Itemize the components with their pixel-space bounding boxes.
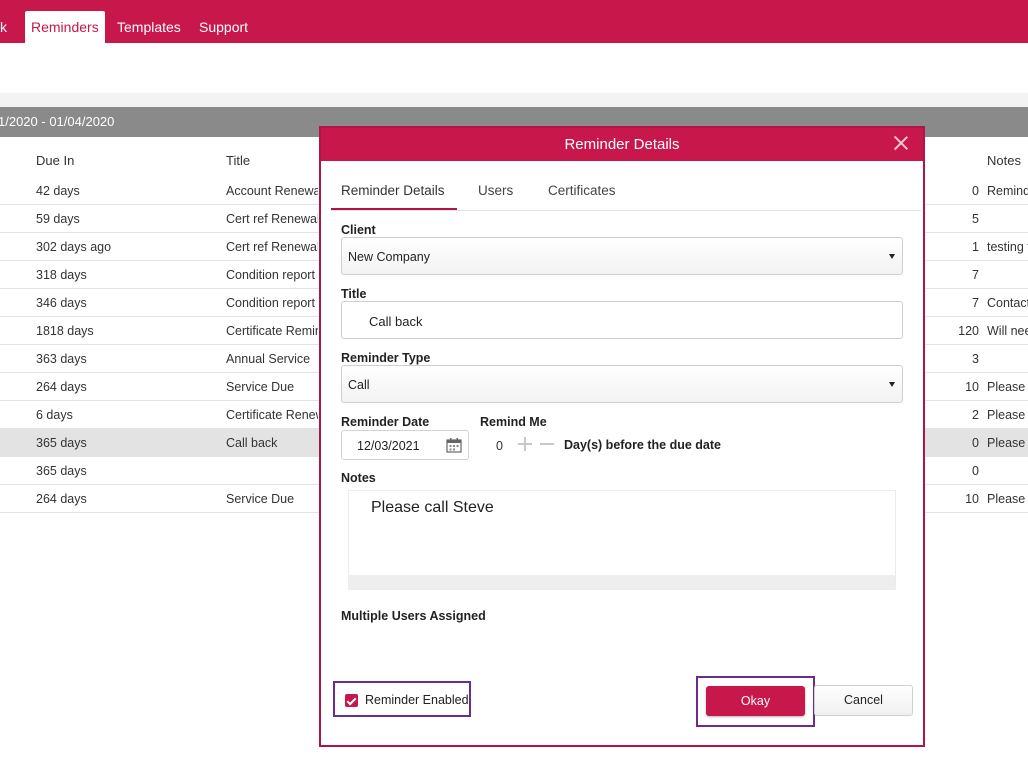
notes-cell: Contact [987, 296, 1028, 310]
due-in-cell: 365 days [36, 436, 87, 450]
active-tab-indicator [331, 208, 457, 210]
title-cell: Cert ref Renewal [226, 240, 318, 254]
okay-button[interactable]: Okay [706, 686, 805, 716]
tab-certificates[interactable]: Certificates [548, 183, 616, 198]
close-icon[interactable] [893, 135, 909, 151]
notes-cell: Please c [987, 492, 1028, 506]
title-cell: Service Due [226, 380, 295, 394]
cancel-button[interactable]: Cancel [814, 685, 913, 716]
notes-cell: Remind [987, 184, 1028, 198]
due-in-cell: 302 days ago [36, 240, 112, 254]
client-value: New Company [348, 250, 430, 264]
dialog-title: Reminder Details [564, 136, 680, 153]
tab-users[interactable]: Users [478, 183, 513, 198]
title-cell: Condition report c [226, 268, 318, 282]
reminder-details-dialog: Reminder Details Reminder Details Users … [319, 126, 925, 747]
due-in-cell: 346 days [36, 296, 87, 310]
reminder-date-value: 12/03/2021 [357, 439, 420, 453]
notes-scrollbar[interactable] [349, 575, 895, 589]
reminder-enabled-label[interactable]: Reminder Enabled [365, 693, 469, 707]
title-cell: Certificate Renew [226, 408, 318, 422]
reminder-type-value: Call [348, 378, 370, 392]
client-select[interactable]: New Company [341, 237, 903, 275]
due-in-cell: 59 days [36, 212, 80, 226]
due-in-cell: 365 days [36, 464, 87, 478]
title-cell: Condition report c [226, 296, 318, 310]
title-input[interactable]: Call back [341, 301, 903, 339]
notes-value: Please call Steve [371, 499, 494, 516]
dialog-tabs: Reminder Details Users Certificates [331, 178, 921, 211]
toolbar-area [0, 93, 1028, 107]
count-cell: 5 [972, 212, 979, 226]
notes-cell: Please c [987, 380, 1028, 394]
count-cell: 0 [972, 436, 979, 450]
calendar-icon[interactable] [446, 438, 462, 453]
title-label: Title [341, 287, 367, 301]
column-header-title[interactable]: Title [226, 153, 250, 168]
title-cell: Account Renewal [226, 184, 318, 198]
remind-days-value[interactable]: 0 [496, 439, 503, 453]
dialog-header: Reminder Details [321, 128, 923, 161]
notes-cell: Please c [987, 408, 1028, 422]
client-label: Client [341, 223, 376, 237]
title-cell: Call back [226, 436, 278, 450]
column-header-due-in[interactable]: Due In [36, 153, 74, 168]
reminder-date-label: Reminder Date [341, 415, 430, 429]
count-cell: 0 [972, 184, 979, 198]
reminder-date-picker[interactable]: 12/03/2021 [341, 430, 469, 460]
multiple-users-label: Multiple Users Assigned [341, 609, 486, 623]
title-cell: Service Due [226, 492, 295, 506]
due-in-cell: 363 days [36, 352, 87, 366]
nav-tab-partial[interactable]: k [0, 11, 13, 43]
count-cell: 0 [972, 464, 979, 478]
title-cell: Annual Service [226, 352, 311, 366]
notes-textarea[interactable]: Please call Steve [348, 490, 896, 590]
tab-reminder-details[interactable]: Reminder Details [341, 183, 445, 198]
remind-suffix-label: Day(s) before the due date [564, 438, 721, 452]
count-cell: 10 [965, 492, 979, 506]
plus-icon[interactable] [518, 437, 532, 451]
column-header-notes[interactable]: Notes [987, 153, 1021, 168]
count-cell: 7 [972, 268, 979, 282]
due-in-cell: 264 days [36, 380, 87, 394]
nav-tab-support[interactable]: Support [193, 11, 254, 43]
nav-tab-reminders[interactable]: Reminders [25, 11, 105, 43]
due-in-cell: 6 days [36, 408, 73, 422]
dropdown-caret-icon [889, 382, 895, 387]
count-cell: 120 [958, 324, 979, 338]
nav-tab-templates[interactable]: Templates [111, 11, 187, 43]
due-in-cell: 318 days [36, 268, 87, 282]
reminder-enabled-highlight: Reminder Enabled [333, 681, 471, 717]
due-in-cell: 1818 days [36, 324, 94, 338]
count-cell: 7 [972, 296, 979, 310]
notes-cell: testing t [987, 240, 1028, 254]
due-in-cell: 264 days [36, 492, 87, 506]
count-cell: 3 [972, 352, 979, 366]
count-cell: 10 [965, 380, 979, 394]
date-range-text: 1/2020 - 01/04/2020 [0, 114, 115, 129]
count-cell: 2 [972, 408, 979, 422]
reminder-type-label: Reminder Type [341, 351, 431, 365]
due-in-cell: 42 days [36, 184, 80, 198]
dropdown-caret-icon [889, 254, 895, 259]
title-value: Call back [369, 314, 423, 329]
top-nav-bar: k Reminders Templates Support [0, 0, 1028, 43]
okay-button-highlight: Okay [696, 676, 815, 727]
title-cell: Certificate Remind [226, 324, 318, 338]
notes-cell: Will nee [987, 324, 1028, 338]
minus-icon[interactable] [540, 437, 554, 451]
reminder-enabled-checkbox[interactable] [345, 694, 358, 707]
notes-label: Notes [341, 471, 376, 485]
remind-me-label: Remind Me [480, 415, 547, 429]
count-cell: 1 [972, 240, 979, 254]
reminder-type-select[interactable]: Call [341, 365, 903, 403]
notes-cell: Please c [987, 436, 1028, 450]
title-cell: Cert ref Renewal [226, 212, 318, 226]
